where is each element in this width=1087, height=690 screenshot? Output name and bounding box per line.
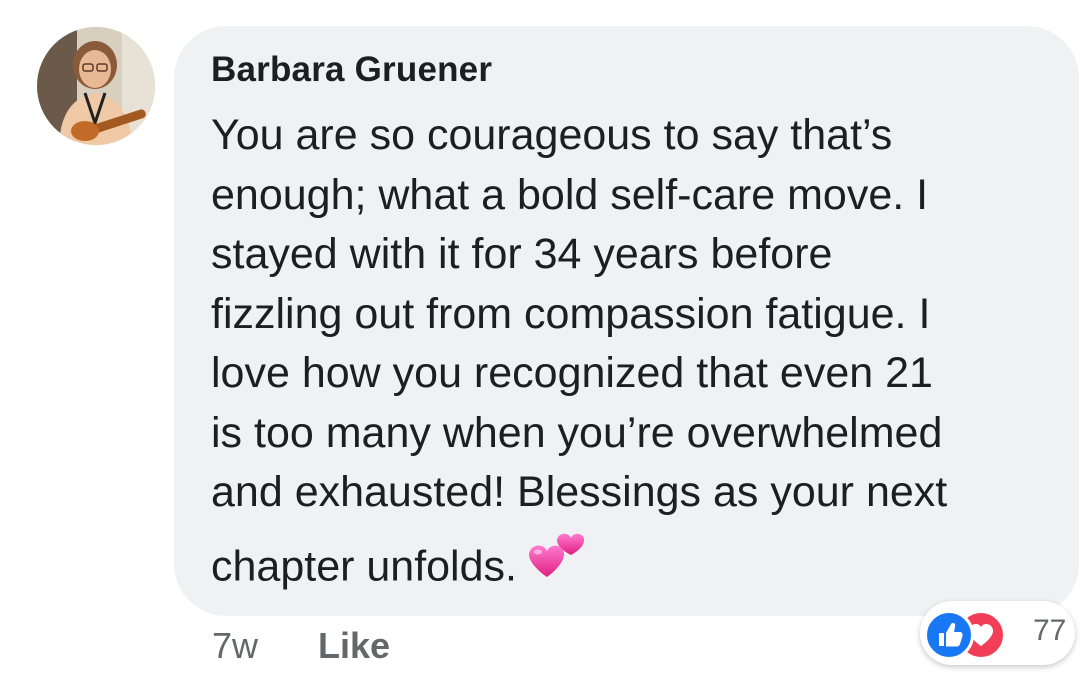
comment-author[interactable]: Barbara Gruener [211, 50, 492, 90]
comment-timestamp[interactable]: 7w [212, 625, 258, 666]
comment-text-line: fizzling out from compassion fatigue. I [211, 289, 931, 338]
comment-text-line: enough; what a bold self-care move. I [211, 170, 929, 219]
comment-text-line: is too many when you’re overwhelmed [211, 408, 943, 457]
comment-meta: 7w Like [212, 625, 390, 667]
comment-text-line: stayed with it for 34 years before [211, 230, 833, 278]
two-hearts-emoji-icon [527, 527, 585, 596]
avatar[interactable] [37, 27, 155, 145]
comment-text-line: You are so courageous to say that’s [211, 111, 893, 159]
reactions-summary[interactable]: 77 [920, 601, 1075, 665]
comment-text-line: love how you recognized that even 21 [211, 349, 933, 397]
avatar-photo-icon [37, 27, 155, 145]
comment-text-line: and exhausted! Blessings as your next [211, 468, 948, 516]
like-button[interactable]: Like [318, 625, 390, 666]
reaction-count: 77 [1033, 614, 1067, 647]
comment-text-last-line: chapter unfolds. [211, 533, 1061, 604]
comment-text: You are so courageous to say that’s enou… [211, 106, 1061, 603]
like-reaction-icon [924, 610, 974, 660]
comment: Barbara Gruener You are so courageous to… [0, 0, 1087, 690]
comment-text-line: chapter unfolds. [211, 542, 517, 591]
